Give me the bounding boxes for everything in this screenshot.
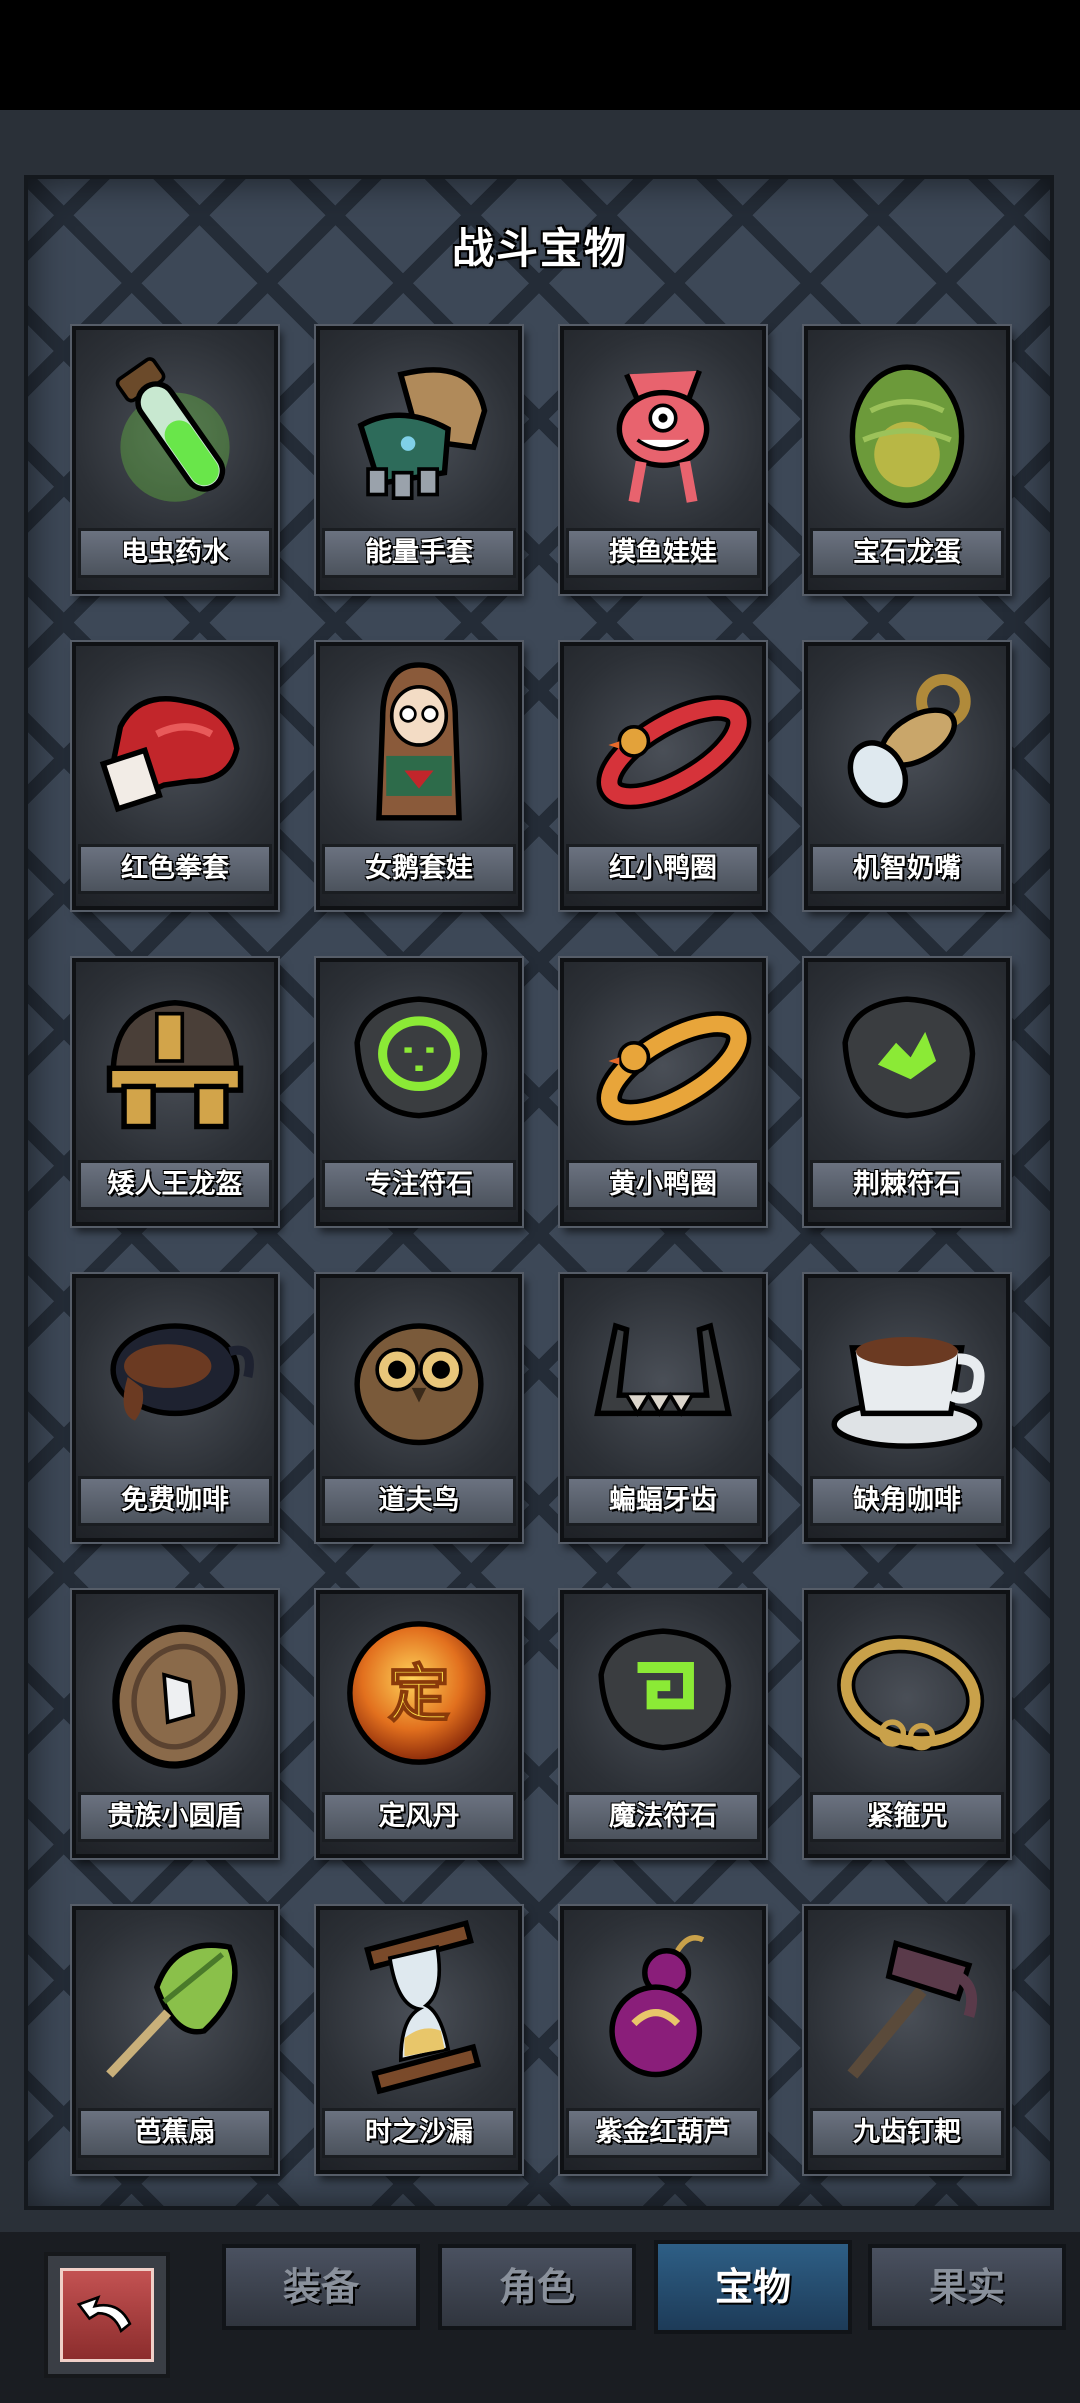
- yellow-duck-ring-icon: [596, 1011, 752, 1126]
- status-bar: [0, 0, 1080, 110]
- item-card-6[interactable]: 红小鸭圈: [560, 642, 766, 910]
- item-label: 红色拳套: [78, 844, 272, 894]
- power-glove-icon: [357, 367, 488, 500]
- item-card-5[interactable]: 女鹅套娃: [316, 642, 522, 910]
- orb-icon: 定: [347, 1621, 491, 1765]
- item-label: 荆棘符石: [810, 1160, 1004, 1210]
- item-label: 专注符石: [322, 1160, 516, 1210]
- item-card-23[interactable]: 九齿钉耙: [804, 1906, 1010, 2174]
- nine-tooth-rake-icon: [847, 1940, 978, 2079]
- item-label: 九齿钉耙: [810, 2108, 1004, 2158]
- dwarf-helmet-icon: [106, 1000, 244, 1130]
- item-label: 定风丹: [322, 1792, 516, 1842]
- item-label: 黄小鸭圈: [566, 1160, 760, 1210]
- tab-characters[interactable]: 角色: [438, 2244, 636, 2330]
- item-card-4[interactable]: 红色拳套: [72, 642, 278, 910]
- item-label: 紧箍咒: [810, 1792, 1004, 1842]
- item-card-13[interactable]: 道夫鸟: [316, 1274, 522, 1542]
- item-grid: 电虫药水 能量手套 摸鱼娃娃 宝石龙蛋 红色拳套 女鹅套娃 红小鸭圈 机智奶嘴 …: [72, 326, 1012, 2216]
- nesting-doll-icon: [376, 662, 462, 821]
- item-label: 宝石龙蛋: [810, 528, 1004, 578]
- item-label: 电虫药水: [78, 528, 272, 578]
- back-button-face: [60, 2268, 154, 2362]
- pacifier-icon: [847, 674, 971, 808]
- bat-teeth-icon: [594, 1322, 732, 1417]
- item-card-2[interactable]: 摸鱼娃娃: [560, 326, 766, 594]
- item-label: 时之沙漏: [322, 2108, 516, 2158]
- item-card-15[interactable]: 缺角咖啡: [804, 1274, 1010, 1542]
- page-title: 战斗宝物: [451, 224, 628, 273]
- item-label: 紫金红葫芦: [566, 2108, 760, 2158]
- item-label: 缺角咖啡: [810, 1476, 1004, 1526]
- tab-equipment[interactable]: 装备: [222, 2244, 420, 2330]
- item-card-3[interactable]: 宝石龙蛋: [804, 326, 1010, 594]
- purple-gourd-icon: [609, 1935, 705, 2078]
- item-label: 女鹅套娃: [322, 844, 516, 894]
- item-card-17[interactable]: 定 定风丹: [316, 1590, 522, 1858]
- owl-icon: [354, 1323, 484, 1446]
- item-label: 红小鸭圈: [566, 844, 760, 894]
- golden-headband-icon: [837, 1635, 985, 1751]
- coffee-pot-icon: [110, 1323, 254, 1421]
- pink-doll-icon: [616, 369, 710, 503]
- item-label: 芭蕉扇: [78, 2108, 272, 2158]
- red-duck-ring-icon: [596, 695, 752, 810]
- item-label: 矮人王龙盔: [78, 1160, 272, 1210]
- chipped-coffee-cup-icon: [831, 1336, 985, 1449]
- item-label: 能量手套: [322, 528, 516, 578]
- item-label: 贵族小圆盾: [78, 1792, 272, 1842]
- item-card-0[interactable]: 电虫药水: [72, 326, 278, 594]
- item-card-16[interactable]: 贵族小圆盾: [72, 1590, 278, 1858]
- item-card-14[interactable]: 蝙蝠牙齿: [560, 1274, 766, 1542]
- item-card-1[interactable]: 能量手套: [316, 326, 522, 594]
- item-card-21[interactable]: 时之沙漏: [316, 1906, 522, 2174]
- item-label: 机智奶嘴: [810, 844, 1004, 894]
- item-label: 摸鱼娃娃: [566, 528, 760, 578]
- item-card-19[interactable]: 紧箍咒: [804, 1590, 1010, 1858]
- tab-fruits[interactable]: 果实: [868, 2244, 1066, 2330]
- item-card-22[interactable]: 紫金红葫芦: [560, 1906, 766, 2174]
- orb-glyph: 定: [388, 1658, 450, 1730]
- item-label: 免费咖啡: [78, 1476, 272, 1526]
- green-potion-vial-icon: [115, 357, 230, 502]
- back-button[interactable]: [44, 2252, 170, 2378]
- item-card-12[interactable]: 免费咖啡: [72, 1274, 278, 1542]
- magic-rune-stone-icon: [598, 1628, 732, 1751]
- item-card-18[interactable]: 魔法符石: [560, 1590, 766, 1858]
- item-card-11[interactable]: 荆棘符石: [804, 958, 1010, 1226]
- item-card-10[interactable]: 黄小鸭圈: [560, 958, 766, 1226]
- red-boxing-glove-icon: [99, 696, 240, 813]
- item-label: 道夫鸟: [322, 1476, 516, 1526]
- item-label: 蝙蝠牙齿: [566, 1476, 760, 1526]
- item-card-20[interactable]: 芭蕉扇: [72, 1906, 278, 2174]
- item-card-7[interactable]: 机智奶嘴: [804, 642, 1010, 910]
- focus-rune-stone-icon: [354, 996, 488, 1119]
- item-card-8[interactable]: 矮人王龙盔: [72, 958, 278, 1226]
- item-card-9[interactable]: 专注符石: [316, 958, 522, 1226]
- thorn-rune-stone-icon: [842, 996, 976, 1119]
- back-arrow-icon: [76, 2295, 132, 2333]
- round-shield-icon: [112, 1624, 246, 1769]
- leaf-fan-icon: [106, 1942, 238, 2078]
- item-label: 魔法符石: [566, 1792, 760, 1842]
- gem-dragon-egg-icon: [849, 364, 965, 509]
- tab-treasures[interactable]: 宝物: [654, 2240, 852, 2334]
- hourglass-icon: [364, 1919, 482, 2095]
